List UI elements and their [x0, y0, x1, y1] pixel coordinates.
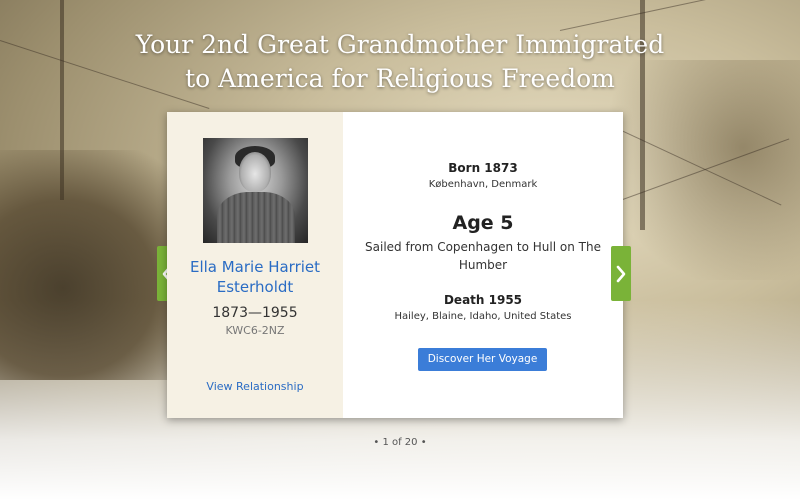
ancestor-id: KWC6-2NZ: [225, 324, 285, 337]
ancestor-timeline-panel: Born 1873 København, Denmark Age 5 Saile…: [343, 112, 623, 418]
ancestor-card: Ella Marie Harriet Esterholdt 1873—1955 …: [167, 112, 623, 418]
death-label: Death 1955: [443, 293, 523, 307]
ancestor-lifespan: 1873—1955: [212, 305, 298, 321]
ancestor-name-link[interactable]: Ella Marie Harriet Esterholdt: [177, 257, 333, 297]
headline-line-1: Your 2nd Great Grandmother Immigrated: [135, 30, 665, 59]
age-label: Age 5: [452, 212, 514, 234]
headline-line-2: to America for Religious Freedom: [185, 64, 615, 93]
page-headline: Your 2nd Great Grandmother Immigrated to…: [0, 28, 800, 96]
chevron-right-icon: [616, 265, 626, 282]
ancestor-profile-panel: Ella Marie Harriet Esterholdt 1873—1955 …: [167, 112, 343, 418]
death-place: Hailey, Blaine, Idaho, United States: [394, 311, 572, 322]
ancestor-photo: [203, 138, 308, 243]
discover-voyage-button[interactable]: Discover Her Voyage: [418, 348, 547, 371]
view-relationship-link[interactable]: View Relationship: [167, 380, 343, 393]
voyage-description: Sailed from Copenhagen to Hull on The Hu…: [365, 240, 601, 272]
next-button[interactable]: [611, 246, 631, 301]
born-place: København, Denmark: [428, 179, 538, 190]
pagination-indicator: • 1 of 20 •: [373, 437, 427, 448]
born-label: Born 1873: [448, 161, 518, 175]
